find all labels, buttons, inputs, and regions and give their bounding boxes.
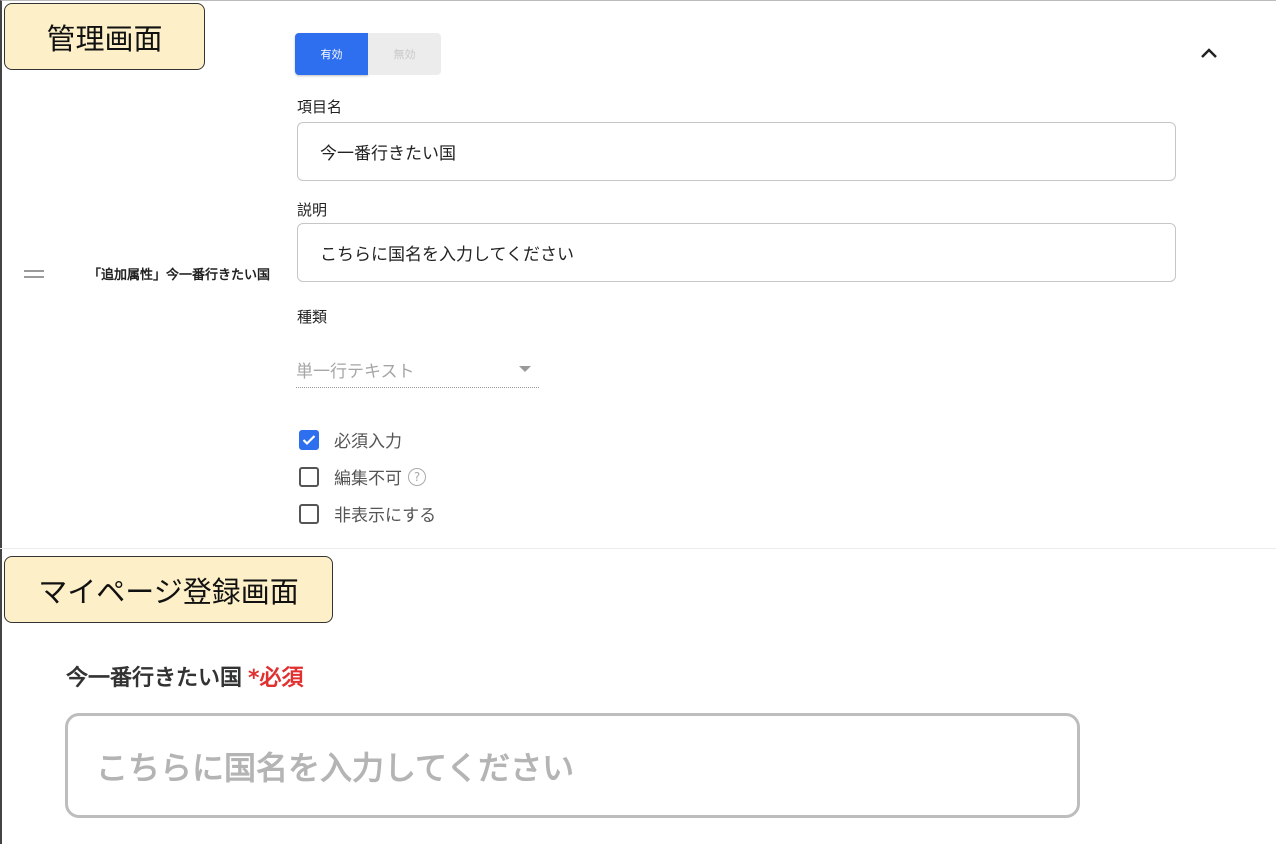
name-field[interactable]: 今一番行きたい国 xyxy=(297,122,1176,181)
hidden-checkbox[interactable] xyxy=(299,503,319,524)
readonly-checkbox[interactable] xyxy=(299,466,319,487)
caret-down-icon xyxy=(519,366,531,372)
enable-toggle[interactable]: 有効 無効 xyxy=(295,33,441,75)
type-label: 種類 xyxy=(297,308,328,326)
name-label: 項目名 xyxy=(297,98,343,116)
section-divider xyxy=(0,548,1276,549)
type-select[interactable]: 単一行テキスト xyxy=(296,352,539,388)
mypage-country-input[interactable]: こちらに国名を入力してください xyxy=(65,713,1080,818)
enabled-option[interactable]: 有効 xyxy=(295,33,368,75)
description-label: 説明 xyxy=(297,201,328,219)
item-title: 「追加属性」今一番行きたい国 xyxy=(88,268,271,283)
required-mark: *必須 xyxy=(248,666,304,691)
admin-screen-tag: 管理画面 xyxy=(4,3,205,70)
help-icon[interactable]: ? xyxy=(408,467,426,486)
required-checkbox-row[interactable]: 必須入力 xyxy=(299,427,402,452)
disabled-option[interactable]: 無効 xyxy=(368,33,441,75)
hidden-checkbox-row[interactable]: 非表示にする xyxy=(299,501,436,526)
chevron-up-icon[interactable] xyxy=(1198,44,1220,62)
mypage-field-name: 今一番行きたい国 xyxy=(66,666,243,691)
mypage-screen-tag: マイページ登録画面 xyxy=(4,556,333,623)
required-checkbox-label: 必須入力 xyxy=(334,432,402,452)
type-select-value: 単一行テキスト xyxy=(296,362,415,382)
drag-handle-icon[interactable] xyxy=(24,270,44,278)
required-checkbox[interactable] xyxy=(299,429,319,450)
description-field[interactable]: こちらに国名を入力してください xyxy=(297,223,1176,282)
hidden-checkbox-label: 非表示にする xyxy=(334,506,437,526)
mypage-field-label: 今一番行きたい国 *必須 xyxy=(66,660,304,692)
readonly-checkbox-label: 編集不可 xyxy=(334,469,402,489)
checkmark-icon xyxy=(302,434,316,445)
readonly-checkbox-row[interactable]: 編集不可 ? xyxy=(299,464,426,489)
